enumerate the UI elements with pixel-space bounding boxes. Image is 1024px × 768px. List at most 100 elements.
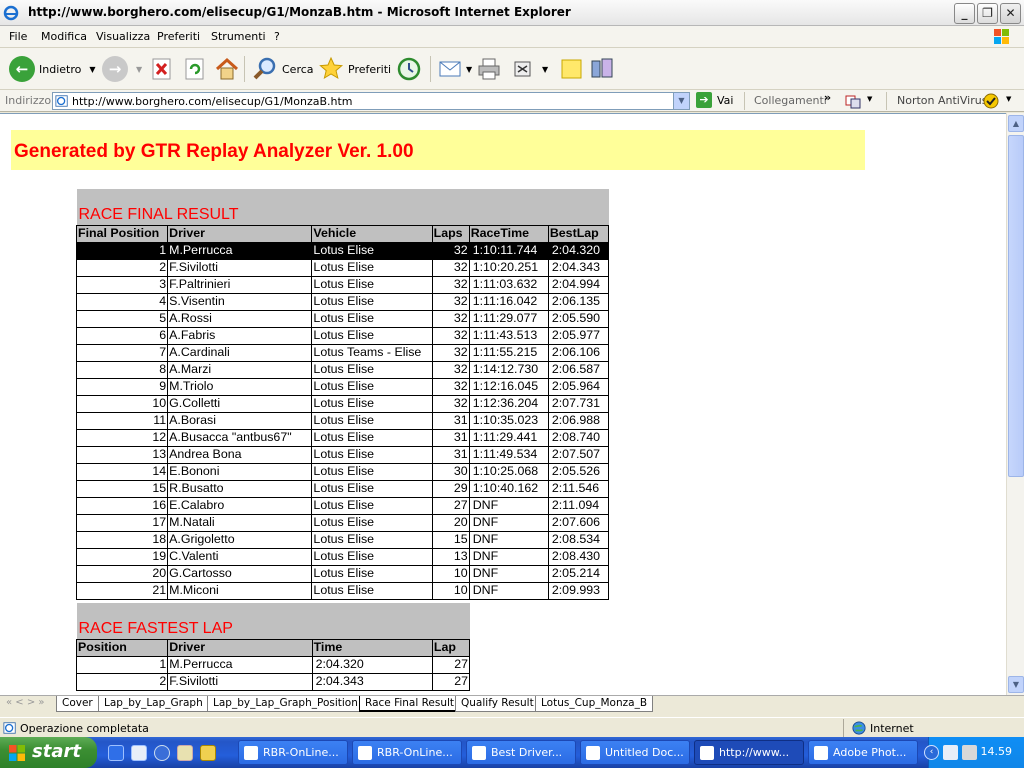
- start-button[interactable]: start: [0, 737, 97, 768]
- mail-button[interactable]: ▼: [438, 55, 472, 83]
- forward-dropdown-icon[interactable]: ▼: [136, 65, 142, 74]
- laps-cell: 32: [431, 343, 470, 362]
- edit-dropdown-icon[interactable]: ▼: [542, 65, 548, 74]
- discuss-button[interactable]: [560, 55, 584, 83]
- toolbar-tool-icon[interactable]: [845, 93, 861, 109]
- banner-text: Generated by GTR Replay Analyzer Ver. 1.…: [14, 141, 414, 162]
- task-untitled-doc[interactable]: Untitled Doc...: [580, 740, 690, 765]
- window-icon: [700, 746, 714, 760]
- address-input[interactable]: http://www.borghero.com/elisecup/G1/Monz…: [52, 92, 690, 110]
- users-tray-icon[interactable]: [943, 745, 958, 760]
- task-best-driver[interactable]: Best Driver...: [466, 740, 576, 765]
- lap-cell: 27: [431, 672, 471, 691]
- menu-visualizza[interactable]: Visualizza: [96, 30, 150, 43]
- research-button[interactable]: [590, 55, 616, 83]
- vehicle-cell: Lotus Elise: [311, 564, 433, 583]
- driver-cell: M.Perrucca: [167, 655, 313, 674]
- status-text: Operazione completata: [20, 722, 149, 735]
- bestlap-cell: 2:05.214: [547, 564, 610, 583]
- laps-cell: 20: [431, 513, 470, 532]
- toolbar: ← Indietro ▼ → ▼ Cerca Preferiti ▼ ▼: [0, 48, 1024, 90]
- maximize-button[interactable]: ❐: [977, 3, 998, 24]
- tray-expand-icon[interactable]: ‹: [924, 745, 939, 760]
- vehicle-cell: Lotus Elise: [311, 309, 433, 328]
- scroll-up-icon[interactable]: ▲: [1008, 115, 1024, 132]
- forward-button[interactable]: → ▼: [102, 55, 142, 83]
- task-rbr-online-1[interactable]: RBR-OnLine...: [238, 740, 348, 765]
- print-button[interactable]: [476, 55, 502, 83]
- col-laps: Laps: [431, 224, 470, 243]
- driver-cell: Andrea Bona: [167, 445, 313, 464]
- tab-race-final-result[interactable]: Race Final Result: [359, 696, 461, 712]
- search-button[interactable]: Cerca: [252, 55, 314, 83]
- mail-dropdown-icon[interactable]: ▼: [466, 65, 472, 74]
- refresh-button[interactable]: [183, 55, 207, 83]
- tab-lap-by-lap-graph-position[interactable]: Lap_by_Lap_Graph_Position: [207, 696, 364, 712]
- laps-cell: 32: [431, 309, 470, 328]
- tab-cover[interactable]: Cover: [56, 696, 99, 712]
- volume-tray-icon[interactable]: [962, 745, 977, 760]
- menu-strumenti[interactable]: Strumenti: [211, 30, 266, 43]
- favorites-button[interactable]: Preferiti: [318, 55, 391, 83]
- tool-dropdown-icon[interactable]: ▼: [867, 95, 872, 103]
- links-chevron-icon[interactable]: »: [824, 91, 831, 104]
- links-label[interactable]: Collegamenti: [754, 94, 827, 107]
- media-player-quicklaunch-icon[interactable]: [154, 745, 170, 761]
- go-button[interactable]: ➔ Vai: [696, 92, 733, 108]
- tab-lotus-cup-monza-b[interactable]: Lotus_Cup_Monza_B: [535, 696, 654, 712]
- vehicle-cell: Lotus Elise: [311, 513, 433, 532]
- menu-file[interactable]: File: [9, 30, 27, 43]
- sheet-nav-arrows[interactable]: « < > »: [6, 697, 45, 708]
- desktop-quicklaunch-icon[interactable]: [177, 745, 193, 761]
- outlook-quicklaunch-icon[interactable]: [131, 745, 147, 761]
- history-button[interactable]: [396, 55, 422, 83]
- norton-icon[interactable]: [983, 93, 999, 109]
- driver-cell: M.Natali: [167, 513, 313, 532]
- tool-quicklaunch-icon[interactable]: [200, 745, 216, 761]
- vehicle-cell: Lotus Elise: [311, 462, 433, 481]
- result-row: 19 C.Valenti Lotus Elise 13 DNF 2:08.430: [75, 547, 610, 566]
- stop-button[interactable]: [150, 55, 174, 83]
- laps-cell: 15: [431, 530, 470, 549]
- back-button[interactable]: ← Indietro ▼: [9, 55, 96, 83]
- driver-cell: M.Miconi: [167, 581, 313, 600]
- norton-label[interactable]: Norton AntiVirus: [897, 94, 987, 107]
- menu-modifica[interactable]: Modifica: [41, 30, 87, 43]
- scroll-down-icon[interactable]: ▼: [1008, 676, 1024, 693]
- scroll-thumb[interactable]: [1008, 135, 1024, 477]
- task-rbr-online-2[interactable]: RBR-OnLine...: [352, 740, 462, 765]
- norton-dropdown-icon[interactable]: ▼: [1006, 95, 1011, 103]
- edit-button[interactable]: ▼: [512, 55, 548, 83]
- result-row: 1 M.Perrucca Lotus Elise 32 1:10:11.744 2:04.…: [75, 241, 610, 260]
- close-button[interactable]: ✕: [1000, 3, 1021, 24]
- minimize-button[interactable]: _: [954, 3, 975, 24]
- printer-icon: [478, 58, 500, 80]
- system-tray: ‹ 14.59: [924, 737, 1024, 768]
- lap-cell: 27: [431, 655, 471, 674]
- driver-cell: S.Visentin: [167, 292, 313, 311]
- vehicle-cell: Lotus Elise: [311, 326, 433, 345]
- ie-quicklaunch-icon[interactable]: [108, 745, 124, 761]
- window-icon: [358, 746, 372, 760]
- ie-icon: [3, 5, 19, 21]
- position-cell: 13: [75, 445, 169, 464]
- racetime-cell: 1:10:40.162: [468, 479, 549, 498]
- menu-preferiti[interactable]: Preferiti: [157, 30, 200, 43]
- laps-cell: 32: [431, 292, 470, 311]
- driver-cell: A.Grigoletto: [167, 530, 313, 549]
- windows-flag-icon: [9, 745, 25, 761]
- menu-help[interactable]: ?: [274, 30, 280, 43]
- tab-lap-by-lap-graph[interactable]: Lap_by_Lap_Graph: [98, 696, 209, 712]
- driver-cell: A.Busacca "antbus67": [167, 428, 313, 447]
- fastest-lap-row: 1 M.Perrucca 2:04.320 27: [75, 655, 471, 674]
- address-dropdown-icon[interactable]: ▼: [673, 93, 689, 109]
- back-dropdown-icon[interactable]: ▼: [89, 65, 95, 74]
- bestlap-cell: 2:06.587: [547, 360, 610, 379]
- task-internet-explorer[interactable]: http://www...: [694, 740, 804, 765]
- tab-qualify-result[interactable]: Qualify Result: [455, 696, 540, 712]
- task-adobe-photoshop[interactable]: Adobe Phot...: [808, 740, 918, 765]
- page-done-icon: [3, 722, 16, 734]
- home-button[interactable]: [214, 55, 240, 83]
- vehicle-cell: Lotus Elise: [311, 411, 433, 430]
- vertical-scrollbar[interactable]: ▲ ▼: [1006, 113, 1024, 695]
